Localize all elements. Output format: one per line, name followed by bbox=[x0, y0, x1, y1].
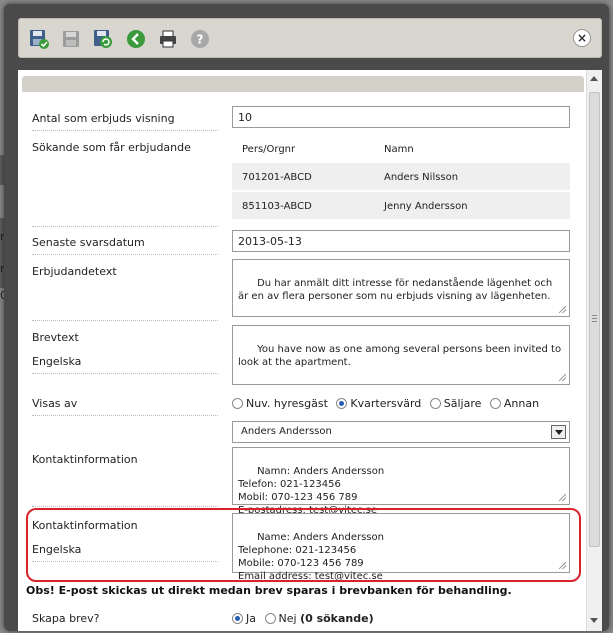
radio-option-annan[interactable]: Annan bbox=[489, 397, 540, 410]
brevtext-label: Brevtext bbox=[32, 331, 79, 344]
table-row[interactable]: 701201-ABCD Anders Nilsson bbox=[232, 162, 570, 190]
save-icon[interactable] bbox=[61, 29, 81, 49]
panel-header bbox=[22, 76, 584, 92]
visas-label: Visas av bbox=[32, 397, 78, 410]
divider bbox=[32, 254, 218, 255]
radio-button-selected[interactable] bbox=[336, 398, 348, 409]
antal-input[interactable]: 10 bbox=[232, 106, 570, 128]
resize-handle[interactable] bbox=[559, 306, 566, 313]
scrollbar[interactable] bbox=[586, 70, 602, 631]
resize-handle[interactable] bbox=[559, 374, 566, 381]
scrollbar-thumb[interactable] bbox=[589, 92, 600, 547]
help-icon[interactable]: ? bbox=[190, 29, 210, 49]
scroll-down-icon[interactable] bbox=[590, 618, 598, 623]
radio-button[interactable] bbox=[232, 398, 243, 409]
radio-label: Säljare bbox=[443, 397, 482, 410]
chevron-down-icon[interactable] bbox=[551, 425, 566, 439]
grip-line bbox=[592, 318, 597, 319]
svarsdatum-input[interactable]: 2013-05-13 bbox=[232, 230, 570, 252]
brevtext-value: You have now as one among several person… bbox=[238, 344, 565, 368]
skapa-radio-group: Ja Nej (0 sökande) bbox=[232, 612, 379, 625]
kontakt-label: Kontaktinformation bbox=[32, 453, 138, 466]
radio-option-kvartersvard[interactable]: Kvartersvärd bbox=[336, 397, 421, 410]
radio-button-selected[interactable] bbox=[232, 613, 243, 624]
grip-line bbox=[592, 321, 597, 322]
sokande-label: Sökande som får erbjudande bbox=[32, 141, 191, 154]
person-select[interactable]: Anders Andersson bbox=[232, 421, 570, 443]
offer-dialog: ? × Antal som erbjuds visning 10 Sökande… bbox=[4, 4, 609, 631]
divider bbox=[32, 373, 218, 374]
radio-label: Ja bbox=[246, 612, 256, 625]
erbjudandetext-value: Du har anmält ditt intresse för nedanstå… bbox=[238, 278, 556, 302]
divider bbox=[32, 415, 218, 416]
skapa-label: Skapa brev? bbox=[32, 612, 100, 625]
table-cell-name: Jenny Andersson bbox=[384, 201, 468, 212]
table-header-persnr: Pers/Orgnr bbox=[242, 144, 296, 155]
table-cell-persnr: 701201-ABCD bbox=[242, 172, 312, 183]
divider bbox=[32, 506, 218, 507]
divider bbox=[32, 130, 218, 131]
table-header-namn: Namn bbox=[384, 144, 414, 155]
radio-label: Kvartersvärd bbox=[350, 397, 422, 410]
erbjudandetext-label: Erbjudandetext bbox=[32, 265, 117, 278]
radio-label: Nuv. hyresgäst bbox=[246, 397, 328, 410]
form-panel: Antal som erbjuds visning 10 Sökande som… bbox=[18, 70, 602, 631]
back-icon[interactable] bbox=[126, 29, 146, 49]
radio-option-ja[interactable]: Ja bbox=[232, 612, 256, 625]
person-select-value: Anders Andersson bbox=[241, 426, 332, 437]
brevtext-sublabel: Engelska bbox=[32, 355, 82, 368]
table-row[interactable]: 851103-ABCD Jenny Andersson bbox=[232, 191, 570, 219]
save-and-close-icon[interactable] bbox=[29, 29, 49, 49]
scroll-up-icon[interactable] bbox=[590, 76, 598, 81]
table-cell-persnr: 851103-ABCD bbox=[242, 201, 312, 212]
visas-radio-group: Nuv. hyresgäst Kvartersvärd Säljare Anna… bbox=[232, 397, 544, 410]
radio-option-nej[interactable]: Nej (0 sökande) bbox=[264, 612, 374, 625]
email-notice: Obs! E-post skickas ut direkt medan brev… bbox=[26, 584, 512, 597]
svg-text:?: ? bbox=[197, 33, 204, 47]
resize-handle[interactable] bbox=[559, 494, 566, 501]
divider bbox=[32, 226, 218, 227]
radio-label: Annan bbox=[503, 397, 540, 410]
highlight-outline bbox=[26, 508, 581, 582]
table-cell-name: Anders Nilsson bbox=[384, 172, 459, 183]
radio-button[interactable] bbox=[429, 398, 441, 409]
brevtext-textarea[interactable]: You have now as one among several person… bbox=[232, 325, 570, 385]
antal-label: Antal som erbjuds visning bbox=[32, 112, 175, 125]
close-button[interactable]: × bbox=[573, 29, 591, 47]
divider bbox=[32, 320, 218, 321]
save-and-new-icon[interactable] bbox=[93, 29, 113, 49]
toolbar: ? × bbox=[18, 18, 602, 58]
radio-option-saljare[interactable]: Säljare bbox=[429, 397, 482, 410]
erbjudandetext-textarea[interactable]: Du har anmält ditt intresse för nedanstå… bbox=[232, 259, 570, 317]
applicant-count: (0 sökande) bbox=[300, 612, 374, 625]
svarsdatum-label: Senaste svarsdatum bbox=[32, 236, 145, 249]
radio-option-nuv[interactable]: Nuv. hyresgäst bbox=[232, 397, 328, 410]
print-icon[interactable] bbox=[158, 29, 178, 49]
grip-line bbox=[592, 315, 597, 316]
radio-button[interactable] bbox=[264, 613, 276, 624]
kontakt-textarea[interactable]: Namn: Anders Andersson Telefon: 021-1234… bbox=[232, 447, 570, 516]
radio-button[interactable] bbox=[489, 398, 501, 409]
applicants-table: Pers/Orgnr Namn 701201-ABCD Anders Nilss… bbox=[232, 140, 570, 222]
radio-label: Nej bbox=[278, 612, 297, 625]
